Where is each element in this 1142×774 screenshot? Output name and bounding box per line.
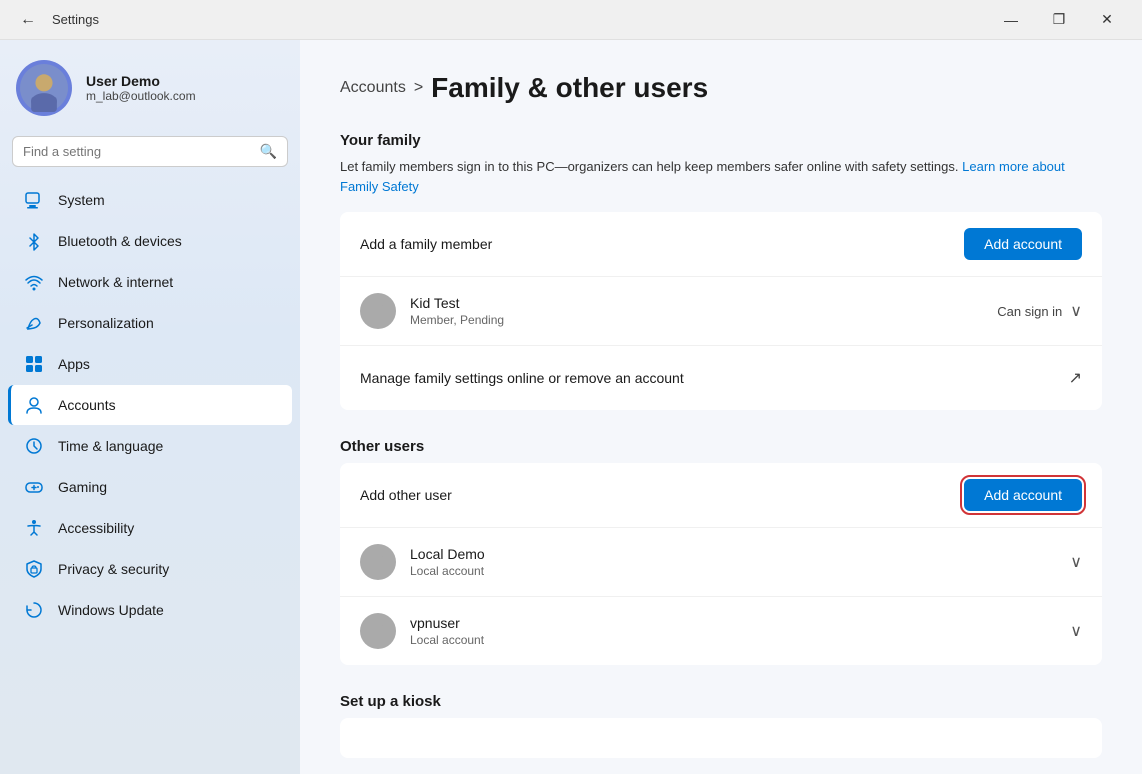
add-family-account-button[interactable]: Add account	[964, 228, 1082, 260]
search-icon: 🔍	[260, 143, 277, 160]
sidebar-item-label-accounts: Accounts	[58, 397, 116, 413]
sidebar-item-label-time: Time & language	[58, 438, 163, 454]
local-demo-chevron[interactable]: ∨	[1070, 552, 1082, 572]
maximize-button[interactable]: ❐	[1036, 4, 1082, 36]
user-info: User Demo m_lab@outlook.com	[86, 73, 196, 103]
sidebar-item-network[interactable]: Network & internet	[8, 262, 292, 302]
sidebar-item-apps[interactable]: Apps	[8, 344, 292, 384]
personalization-icon	[24, 313, 44, 333]
vpnuser-name: vpnuser	[410, 615, 1070, 631]
sidebar-item-system[interactable]: System	[8, 180, 292, 220]
kid-test-name: Kid Test	[410, 295, 997, 311]
local-demo-avatar	[360, 544, 396, 580]
sidebar-item-privacy[interactable]: Privacy & security	[8, 549, 292, 589]
app-body: User Demo m_lab@outlook.com 🔍 System	[0, 40, 1142, 774]
network-icon	[24, 272, 44, 292]
other-users-section: Other users Add other user Add account	[340, 438, 1102, 665]
add-family-member-row: Add a family member Add account	[340, 212, 1102, 277]
app-title: Settings	[52, 12, 99, 27]
sidebar-item-label-apps: Apps	[58, 356, 90, 372]
avatar	[16, 60, 72, 116]
search-box[interactable]: 🔍	[12, 136, 288, 167]
other-users-card: Add other user Add account Local Demo Lo…	[340, 463, 1102, 665]
manage-family-row[interactable]: Manage family settings online or remove …	[340, 346, 1102, 410]
add-other-account-button[interactable]: Add account	[964, 479, 1082, 511]
vpnuser-avatar	[360, 613, 396, 649]
sidebar-item-label-accessibility: Accessibility	[58, 520, 134, 536]
your-family-desc: Let family members sign in to this PC—or…	[340, 157, 1102, 196]
add-family-member-label: Add a family member	[360, 236, 964, 252]
kid-test-chevron[interactable]: ∨	[1070, 301, 1082, 321]
sidebar-item-label-network: Network & internet	[58, 274, 173, 290]
close-button[interactable]: ✕	[1084, 4, 1130, 36]
apps-icon	[24, 354, 44, 374]
your-family-section: Your family Let family members sign in t…	[340, 132, 1102, 410]
user-profile[interactable]: User Demo m_lab@outlook.com	[0, 40, 300, 132]
vpnuser-row: vpnuser Local account ∨	[340, 597, 1102, 665]
kiosk-title: Set up a kiosk	[340, 693, 1102, 710]
other-users-title: Other users	[340, 438, 1102, 455]
kiosk-section: Set up a kiosk	[340, 693, 1102, 758]
vpnuser-subtitle: Local account	[410, 633, 1070, 647]
gaming-icon	[24, 477, 44, 497]
your-family-title: Your family	[340, 132, 1102, 149]
manage-family-label: Manage family settings online or remove …	[360, 370, 1069, 386]
sidebar-nav: System Bluetooth & devices Network & int…	[0, 179, 300, 631]
window-controls: — ❐ ✕	[988, 4, 1130, 36]
kiosk-card	[340, 718, 1102, 758]
accessibility-icon	[24, 518, 44, 538]
kid-test-role: Member, Pending	[410, 313, 997, 327]
time-icon	[24, 436, 44, 456]
sidebar-item-label-privacy: Privacy & security	[58, 561, 169, 577]
kid-test-avatar	[360, 293, 396, 329]
add-other-user-row: Add other user Add account	[340, 463, 1102, 528]
system-icon	[24, 190, 44, 210]
local-demo-subtitle: Local account	[410, 564, 1070, 578]
page-title: Family & other users	[431, 72, 708, 104]
search-input[interactable]	[23, 144, 252, 159]
sidebar-item-time[interactable]: Time & language	[8, 426, 292, 466]
update-icon	[24, 600, 44, 620]
sidebar-item-accounts[interactable]: Accounts	[8, 385, 292, 425]
user-name: User Demo	[86, 73, 196, 89]
add-other-user-label: Add other user	[360, 487, 964, 503]
sidebar: User Demo m_lab@outlook.com 🔍 System	[0, 40, 300, 774]
sidebar-item-label-bluetooth: Bluetooth & devices	[58, 233, 182, 249]
privacy-icon	[24, 559, 44, 579]
kid-test-row: Kid Test Member, Pending Can sign in ∨	[340, 277, 1102, 346]
sidebar-item-label-gaming: Gaming	[58, 479, 107, 495]
accounts-icon	[24, 395, 44, 415]
external-link-icon: ↗	[1069, 368, 1082, 388]
minimize-button[interactable]: —	[988, 4, 1034, 36]
sidebar-item-label-update: Windows Update	[58, 602, 164, 618]
family-card: Add a family member Add account Kid Test…	[340, 212, 1102, 410]
sidebar-item-label-personalization: Personalization	[58, 315, 154, 331]
sidebar-item-update[interactable]: Windows Update	[8, 590, 292, 630]
sidebar-item-personalization[interactable]: Personalization	[8, 303, 292, 343]
sidebar-item-accessibility[interactable]: Accessibility	[8, 508, 292, 548]
bluetooth-icon	[24, 231, 44, 251]
sidebar-item-bluetooth[interactable]: Bluetooth & devices	[8, 221, 292, 261]
vpnuser-chevron[interactable]: ∨	[1070, 621, 1082, 641]
breadcrumb-separator: >	[414, 79, 423, 97]
kid-test-status: Can sign in	[997, 304, 1062, 319]
title-bar: ← Settings — ❐ ✕	[0, 0, 1142, 40]
page-header: Accounts > Family & other users	[340, 72, 1102, 104]
kiosk-row	[340, 718, 1102, 758]
back-button[interactable]: ←	[12, 4, 44, 36]
sidebar-item-label-system: System	[58, 192, 105, 208]
main-content: Accounts > Family & other users Your fam…	[300, 40, 1142, 774]
breadcrumb: Accounts	[340, 79, 406, 97]
local-demo-row: Local Demo Local account ∨	[340, 528, 1102, 597]
sidebar-item-gaming[interactable]: Gaming	[8, 467, 292, 507]
user-email: m_lab@outlook.com	[86, 89, 196, 103]
local-demo-name: Local Demo	[410, 546, 1070, 562]
